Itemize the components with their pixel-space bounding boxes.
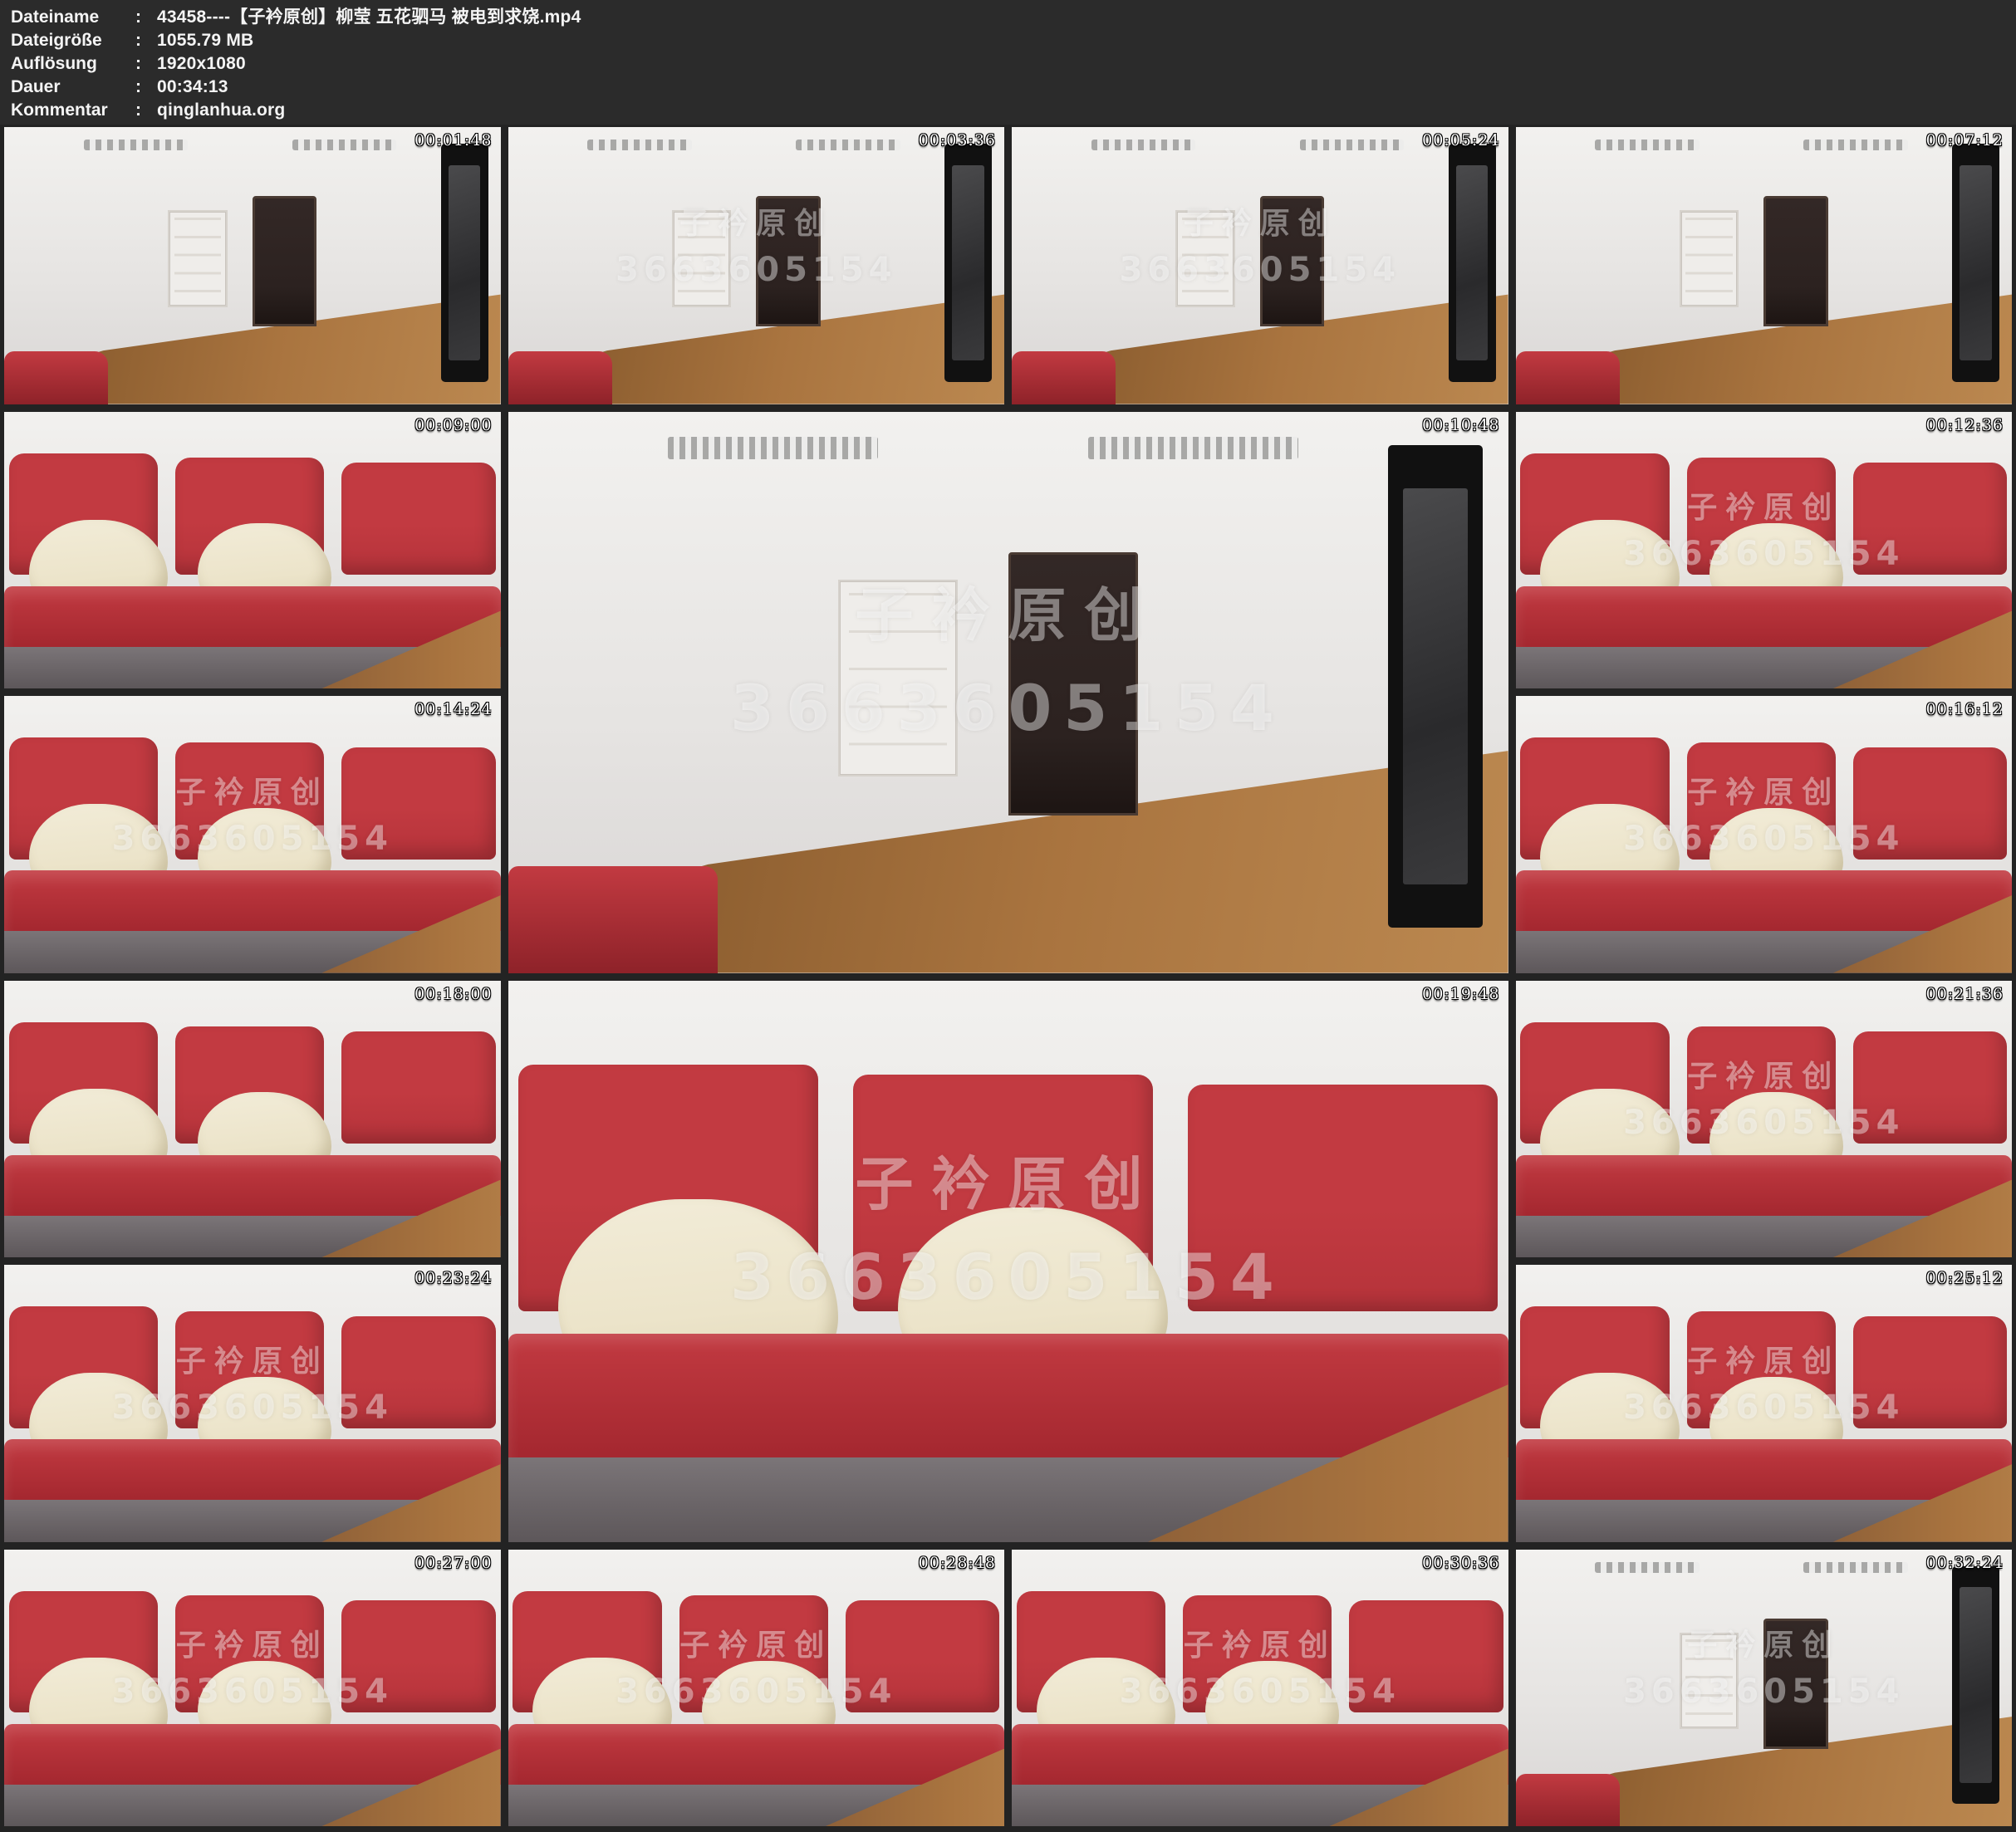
placeholder-ceiling-vent [1300,140,1404,150]
timestamp-badge: 00:03:36 [919,131,996,149]
placeholder-cabinet [672,210,732,307]
video-thumbnail: 子衿原创 3663605154 00:18:00 [4,981,501,1258]
placeholder-ceiling-vent [1803,140,1907,150]
video-thumbnail: 子衿原创 3663605154 00:16:12 [1516,696,2013,973]
timestamp-badge: 00:23:24 [414,1269,492,1287]
placeholder-sofa-corner [508,351,612,404]
timestamp-badge: 00:32:24 [1926,1554,2004,1572]
video-thumbnail: 子衿原创 3663605154 00:28:48 [508,1550,1005,1827]
video-thumbnail: 子衿原创 3663605154 00:12:36 [1516,412,2013,689]
placeholder-ceiling-vent [668,437,878,459]
metadata-label: Dauer [11,76,135,99]
timestamp-badge: 00:01:48 [414,131,492,149]
placeholder-cabinet [168,210,228,307]
metadata-row-duration: Dauer : 00:34:13 [11,76,2016,99]
metadata-separator: : [135,99,157,122]
timestamp-badge: 00:12:36 [1926,416,2004,434]
placeholder-door [1008,552,1139,816]
placeholder-ceiling-vent [1091,140,1195,150]
metadata-row-filename: Dateiname : 43458----【子衿原创】柳莹 五花驷马 被电到求饶… [11,6,2016,29]
timestamp-badge: 00:30:36 [1422,1554,1499,1572]
video-thumbnail: 子衿原创 3663605154 00:27:00 [4,1550,501,1827]
placeholder-door [1260,196,1325,326]
timestamp-badge: 00:19:48 [1422,985,1499,1003]
placeholder-cabinet [1680,1633,1739,1730]
placeholder-cabinet [838,580,958,776]
metadata-separator: : [135,6,157,29]
video-thumbnail: 子衿原创 3663605154 00:03:36 [508,127,1005,404]
metadata-label: Dateiname [11,6,135,29]
video-thumbnail: 子衿原创 3663605154 00:19:48 [508,981,1508,1542]
video-thumbnail: 子衿原创 3663605154 00:30:36 [1012,1550,1508,1827]
video-thumbnail: 子衿原创 3663605154 00:25:12 [1516,1265,2013,1542]
video-thumbnail: 子衿原创 3663605154 00:21:36 [1516,981,2013,1258]
video-thumbnail: 子衿原创 3663605154 00:07:12 [1516,127,2013,404]
timestamp-badge: 00:07:12 [1926,131,2004,149]
placeholder-mirror [944,144,992,382]
video-thumbnail: 子衿原创 3663605154 00:09:00 [4,412,501,689]
placeholder-mirror [1952,144,1999,382]
metadata-label: Dateigröße [11,29,135,52]
placeholder-sofa-corner [4,351,108,404]
metadata-row-resolution: Auflösung : 1920x1080 [11,52,2016,76]
timestamp-badge: 00:16:12 [1926,700,2004,718]
placeholder-ceiling-vent [84,140,188,150]
video-thumbnail: 子衿原创 3663605154 00:05:24 [1012,127,1508,404]
video-thumbnail: 子衿原创 3663605154 00:01:48 [4,127,501,404]
metadata-row-comment: Kommentar : qinglanhua.org [11,99,2016,122]
placeholder-mirror [1388,445,1483,928]
placeholder-cabinet [1680,210,1739,307]
placeholder-ceiling-vent [292,140,396,150]
metadata-label: Kommentar [11,99,135,122]
video-thumbnail: 子衿原创 3663605154 00:10:48 [508,412,1508,973]
placeholder-door [756,196,821,326]
metadata-row-filesize: Dateigröße : 1055.79 MB [11,29,2016,52]
timestamp-badge: 00:10:48 [1422,416,1499,434]
placeholder-cabinet [1175,210,1235,307]
timestamp-badge: 00:25:12 [1926,1269,2004,1287]
timestamp-badge: 00:05:24 [1422,131,1499,149]
placeholder-ceiling-vent [796,140,900,150]
placeholder-door [253,196,317,326]
timestamp-badge: 00:09:00 [414,416,492,434]
filesize-value: 1055.79 MB [157,29,253,52]
placeholder-ceiling-vent [1595,1562,1699,1573]
placeholder-mirror [441,144,488,382]
resolution-value: 1920x1080 [157,52,246,76]
thumbnail-grid: 子衿原创 3663605154 00:01:48 子衿原创 3663605154… [0,127,2016,1831]
placeholder-sofa-corner [1516,1774,1620,1826]
placeholder-sofa-corner [1516,351,1620,404]
comment-value: qinglanhua.org [157,99,285,122]
video-thumbnail: 子衿原创 3663605154 00:23:24 [4,1265,501,1542]
duration-value: 00:34:13 [157,76,228,99]
video-thumbnail: 子衿原创 3663605154 00:32:24 [1516,1550,2013,1827]
metadata-separator: : [135,52,157,76]
timestamp-badge: 00:28:48 [919,1554,996,1572]
placeholder-ceiling-vent [1088,437,1298,459]
file-metadata-header: Dateiname : 43458----【子衿原创】柳莹 五花驷马 被电到求饶… [0,0,2016,125]
placeholder-ceiling-vent [587,140,691,150]
metadata-label: Auflösung [11,52,135,76]
placeholder-mirror [1952,1566,1999,1805]
timestamp-badge: 00:18:00 [414,985,492,1003]
placeholder-door [1763,1619,1828,1749]
timestamp-badge: 00:14:24 [414,700,492,718]
placeholder-door [1763,196,1828,326]
placeholder-ceiling-vent [1595,140,1699,150]
video-thumbnail: 子衿原创 3663605154 00:14:24 [4,696,501,973]
placeholder-sofa-corner [1012,351,1116,404]
timestamp-badge: 00:27:00 [414,1554,492,1572]
placeholder-sofa-corner [508,866,719,972]
timestamp-badge: 00:21:36 [1926,985,2004,1003]
placeholder-mirror [1449,144,1496,382]
metadata-separator: : [135,29,157,52]
filename-value: 43458----【子衿原创】柳莹 五花驷马 被电到求饶.mp4 [157,6,581,29]
metadata-separator: : [135,76,157,99]
placeholder-ceiling-vent [1803,1562,1907,1573]
